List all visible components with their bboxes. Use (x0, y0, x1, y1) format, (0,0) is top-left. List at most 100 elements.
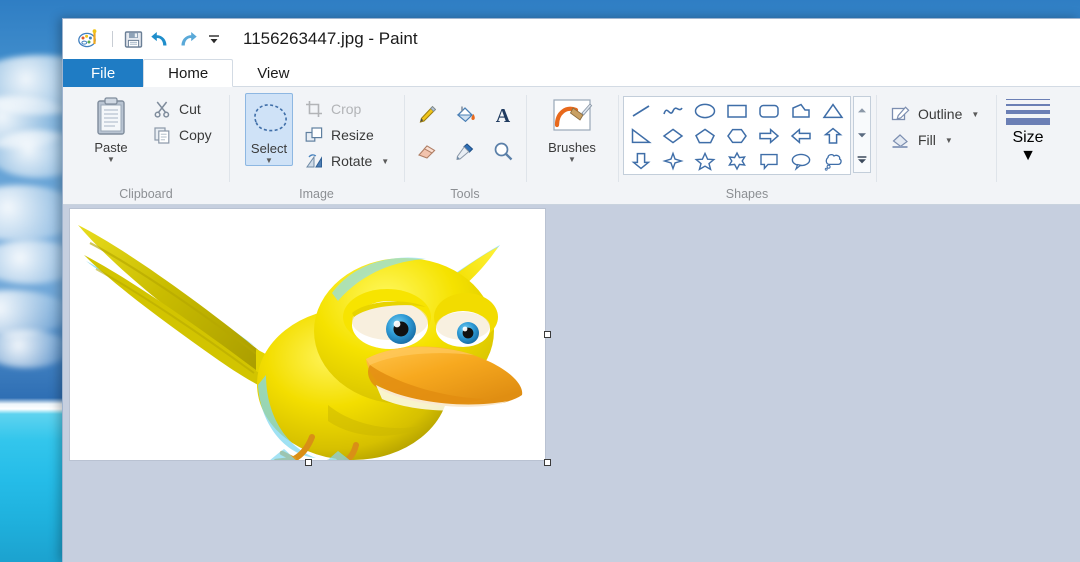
shape-rounded-callout[interactable] (753, 148, 785, 173)
fill-label: Fill (918, 132, 936, 148)
eraser-icon (418, 145, 436, 159)
shape-cloud-callout[interactable] (817, 148, 849, 173)
clipboard-small-buttons: Cut Copy (147, 93, 217, 148)
shape-polygon[interactable] (785, 98, 817, 123)
shape-down-arrow[interactable] (625, 148, 657, 173)
fill-with-color-icon (456, 106, 475, 123)
tab-home[interactable]: Home (143, 59, 234, 87)
cut-label: Cut (179, 101, 201, 117)
brushes-label: Brushes (548, 140, 596, 155)
outline-button[interactable]: Outline ▼ (886, 101, 984, 127)
cut-button[interactable]: Cut (147, 96, 217, 122)
outline-icon (891, 104, 911, 124)
redo-icon[interactable] (175, 28, 199, 50)
shape-rounded-rectangle[interactable] (753, 98, 785, 123)
save-icon[interactable] (121, 28, 145, 50)
select-button[interactable]: Select ▼ (245, 93, 293, 166)
shape-left-arrow[interactable] (785, 123, 817, 148)
shapes-gallery (623, 96, 851, 175)
outline-label: Outline (918, 106, 963, 122)
resize-handle-right-middle[interactable] (544, 331, 551, 338)
pencil-icon (419, 105, 437, 123)
chevron-down-icon: ▼ (265, 156, 273, 165)
shape-curve[interactable] (657, 98, 689, 123)
bird-image (70, 209, 545, 460)
brushes-icon (550, 95, 594, 139)
resize-handle-bottom-right[interactable] (544, 459, 551, 466)
size-button[interactable]: Size ▼ (1002, 93, 1054, 165)
pencil-tool-button[interactable] (408, 97, 446, 133)
shapes-wrap (623, 93, 871, 175)
shape-four-point-star[interactable] (657, 148, 689, 173)
rotate-label: Rotate (331, 153, 373, 169)
color-picker-tool-button[interactable] (446, 133, 484, 169)
crop-button[interactable]: Crop (299, 96, 394, 122)
brushes-button[interactable]: Brushes ▼ (536, 93, 608, 164)
shape-pentagon[interactable] (689, 123, 721, 148)
rotate-icon (304, 151, 324, 171)
free-form-select-icon (246, 96, 292, 140)
shape-oval[interactable] (689, 98, 721, 123)
shape-hexagon[interactable] (721, 123, 753, 148)
shape-triangle[interactable] (817, 98, 849, 123)
shape-right-arrow[interactable] (753, 123, 785, 148)
paste-button[interactable]: Paste ▼ (79, 93, 143, 164)
resize-handle-bottom-middle[interactable] (305, 459, 312, 466)
tab-view[interactable]: View (233, 59, 313, 87)
ribbon-group-image: Select ▼ Crop Resize Rotate ▼ Image (229, 87, 404, 204)
canvas-work-area[interactable] (63, 205, 1080, 562)
chevron-down-icon: ▼ (944, 135, 953, 145)
shapes-scrollbar[interactable] (853, 96, 871, 173)
group-label-brushes (526, 184, 618, 204)
resize-button[interactable]: Resize (299, 122, 394, 148)
select-label: Select (250, 141, 288, 156)
shape-diamond[interactable] (657, 123, 689, 148)
copy-button[interactable]: Copy (147, 122, 217, 148)
group-label-shapes: Shapes (725, 187, 769, 201)
cloud-shape (0, 290, 70, 336)
ribbon-group-outline-fill: Outline ▼ Fill ▼ (876, 87, 996, 204)
crop-icon (304, 99, 324, 119)
shape-six-point-star[interactable] (721, 148, 753, 173)
text-icon: A (496, 105, 511, 127)
chevron-down-icon: ▼ (1020, 147, 1036, 164)
fill-tool-button[interactable] (446, 97, 484, 133)
paint-logo-icon[interactable] (77, 28, 101, 50)
shape-right-triangle[interactable] (625, 123, 657, 148)
size-label: Size (1012, 129, 1044, 146)
shape-up-arrow[interactable] (817, 123, 849, 148)
rotate-button[interactable]: Rotate ▼ (299, 148, 394, 174)
fill-button[interactable]: Fill ▼ (886, 127, 984, 153)
eraser-tool-button[interactable] (408, 133, 446, 169)
shape-rectangle[interactable] (721, 98, 753, 123)
group-label-size (996, 184, 1060, 204)
fill-icon (891, 130, 911, 150)
magnifier-icon (494, 142, 513, 161)
chevron-down-icon: ▼ (381, 156, 390, 166)
scroll-down-icon[interactable] (854, 122, 870, 147)
text-tool-button[interactable]: A (484, 97, 522, 133)
shape-oval-callout[interactable] (785, 148, 817, 173)
magnifier-tool-button[interactable] (484, 133, 522, 169)
ribbon-group-clipboard: Paste ▼ Cut Copy Clipboard (63, 87, 229, 204)
image-small-buttons: Crop Resize Rotate ▼ (299, 93, 394, 174)
copy-label: Copy (179, 127, 212, 143)
shape-line[interactable] (625, 98, 657, 123)
customize-quick-access-icon[interactable] (202, 28, 226, 50)
scroll-up-icon[interactable] (854, 97, 870, 122)
ribbon: Paste ▼ Cut Copy Clipboard Select ▼ Crop… (63, 87, 1080, 205)
group-label-outline-fill (876, 184, 996, 204)
svg-text:A: A (496, 105, 511, 127)
shape-five-point-star[interactable] (689, 148, 721, 173)
ribbon-group-tools: A Tools (404, 87, 526, 204)
copy-icon (152, 125, 172, 145)
tab-file[interactable]: File (63, 59, 144, 87)
group-label-image: Image (299, 187, 334, 201)
toolbar-separator (112, 31, 113, 47)
more-shapes-icon[interactable] (854, 147, 870, 172)
image-canvas[interactable] (69, 208, 546, 461)
undo-icon[interactable] (148, 28, 172, 50)
title-bar: 1156263447.jpg - Paint (63, 19, 1080, 59)
clipboard-icon (91, 95, 131, 139)
ribbon-group-brushes: Brushes ▼ (526, 87, 618, 204)
